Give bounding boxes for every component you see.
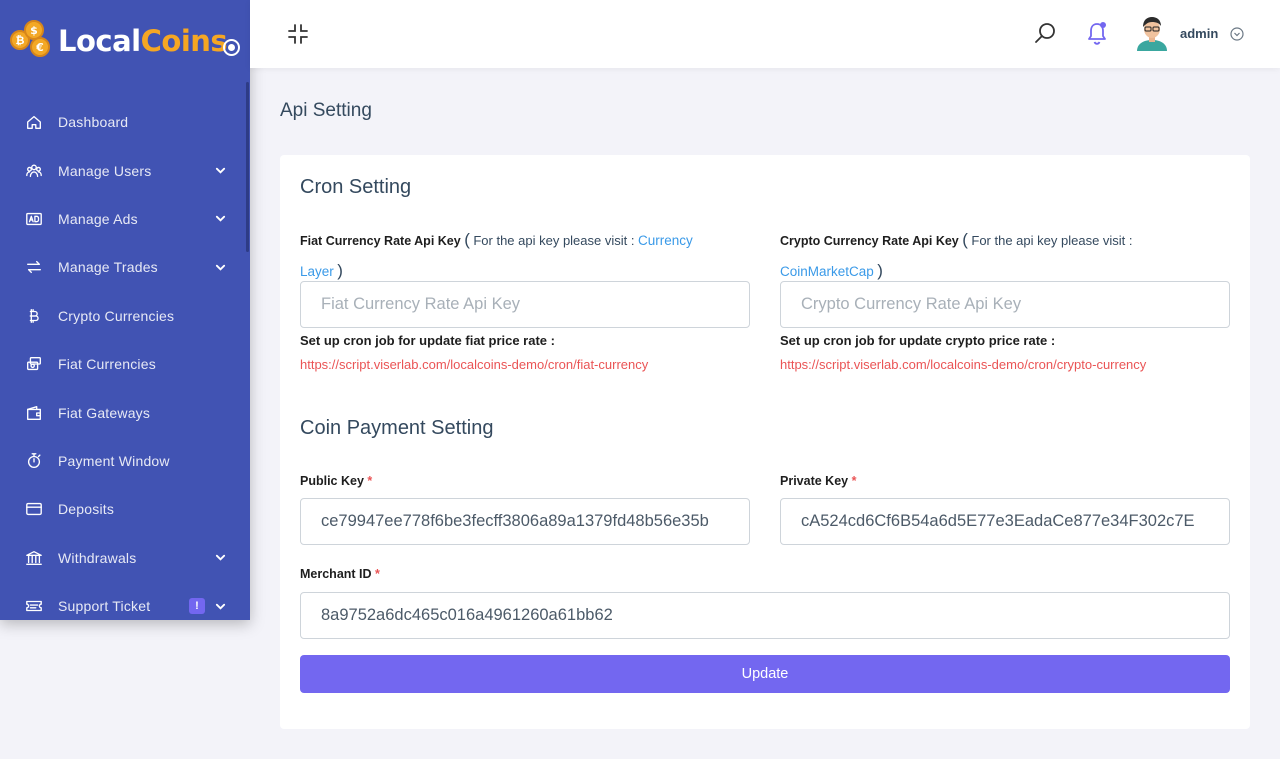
sidebar-toggle-icon[interactable] [223, 39, 240, 56]
top-header: admin [250, 0, 1280, 68]
avatar[interactable] [1135, 15, 1169, 51]
ticket-icon [24, 596, 44, 616]
chevron-down-icon[interactable] [1230, 27, 1244, 41]
notification-bell-icon[interactable] [1085, 20, 1109, 46]
page-title: Api Setting [280, 100, 372, 121]
sidebar-item-label: Withdrawals [58, 549, 137, 566]
currency-layer-link-text: Currency [637, 233, 693, 248]
update-button[interactable]: Update [300, 655, 1230, 693]
sidebar-item-label: Crypto Currencies [58, 307, 175, 324]
public-key-label-text: Public Key [300, 474, 364, 488]
merchant-id-label-text: Merchant ID [300, 567, 372, 581]
sidebar-item-label: Fiat Gateways [58, 404, 151, 421]
sidebar-item-manage-ads[interactable]: Manage Ads [0, 195, 250, 243]
public-key-input[interactable] [300, 498, 750, 545]
api-settings-card: Cron Setting Fiat Currency Rate Api Key … [280, 155, 1250, 729]
sidebar-item-fiat-currencies[interactable]: Fiat Currencies [0, 340, 250, 388]
fiat-cron-url: https://script.viserlab.com/localcoins-d… [300, 357, 649, 372]
cron-setting-title: Cron Setting [300, 176, 412, 198]
sidebar-item-deposits[interactable]: Deposits [0, 485, 250, 533]
sidebar-item-crypto-currencies[interactable]: Crypto Currencies [0, 292, 250, 340]
user-name[interactable]: admin [1180, 26, 1218, 41]
credit-card-icon [24, 499, 44, 519]
bitcoin-icon [24, 306, 44, 326]
stopwatch-icon [24, 451, 44, 471]
crypto-cron-title: Set up cron job for update crypto price … [780, 333, 1056, 348]
chevron-down-icon[interactable] [214, 600, 226, 612]
sidebar-menu: Dashboard Manage Users Manage Ads Manage Tr… [0, 98, 250, 620]
ad-icon [24, 209, 44, 229]
chevron-down-icon[interactable] [214, 552, 226, 564]
crypto-cron-url: https://script.viserlab.com/localcoins-d… [780, 357, 1147, 372]
private-key-label-text: Private Key [780, 474, 849, 488]
sidebar-item-manage-trades[interactable]: Manage Trades [0, 243, 250, 291]
sidebar-item-support-ticket[interactable]: Support Ticket! [0, 582, 250, 620]
chevron-down-icon[interactable] [214, 165, 226, 177]
sidebar-item-label: Manage Users [58, 162, 152, 179]
sidebar-item-payment-window[interactable]: Payment Window [0, 437, 250, 485]
fiat-api-key-label: Fiat Currency Rate Api Key ( For the api… [300, 230, 693, 280]
users-icon [24, 161, 44, 181]
sidebar: ₿ $ € LocalCoins Dashboard Manage Users Ma… [0, 0, 250, 620]
fullscreen-exit-icon[interactable] [286, 22, 310, 46]
private-key-label: Private Key * [780, 474, 857, 488]
coinmarketcap-link[interactable]: CoinMarketCap [780, 264, 874, 279]
fiat-cron-title: Set up cron job for update fiat price ra… [300, 333, 555, 348]
chevron-down-icon[interactable] [214, 261, 226, 273]
exchange-icon [24, 257, 44, 277]
fiat-api-note: For the api key please visit : [473, 233, 635, 248]
sidebar-item-dashboard[interactable]: Dashboard [0, 98, 250, 146]
search-icon[interactable] [1033, 21, 1057, 45]
fiat-api-key-label-text: Fiat Currency Rate Api Key [300, 234, 461, 248]
money-icon [24, 354, 44, 374]
sidebar-item-label: Dashboard [58, 114, 129, 131]
sidebar-item-withdrawals[interactable]: Withdrawals [0, 534, 250, 582]
merchant-id-label: Merchant ID * [300, 567, 380, 581]
sidebar-item-label: Manage Ads [58, 210, 138, 227]
sidebar-item-manage-users[interactable]: Manage Users [0, 146, 250, 194]
merchant-id-input[interactable] [300, 592, 1230, 639]
crypto-api-note: For the api key please visit : [971, 233, 1133, 248]
sidebar-item-fiat-gateways[interactable]: Fiat Gateways [0, 388, 250, 436]
crypto-api-key-label: Crypto Currency Rate Api Key ( For the a… [780, 230, 1133, 280]
sidebar-item-label: Fiat Currencies [58, 356, 156, 373]
crypto-api-key-input[interactable] [780, 281, 1230, 328]
crypto-api-key-label-text: Crypto Currency Rate Api Key [780, 234, 959, 248]
brand-name: LocalCoins [58, 24, 228, 58]
brand-logo[interactable]: ₿ $ € LocalCoins [0, 0, 250, 82]
sidebar-item-label: Support Ticket [58, 598, 151, 615]
brand-name-part: Coins [140, 24, 228, 58]
chevron-down-icon[interactable] [214, 213, 226, 225]
sidebar-item-label: Deposits [58, 501, 115, 518]
brand-name-part: Local [58, 24, 141, 58]
bank-icon [24, 548, 44, 568]
coin-payment-title: Coin Payment Setting [300, 417, 494, 439]
private-key-input[interactable] [780, 498, 1230, 545]
fiat-api-key-input[interactable] [300, 281, 750, 328]
coins-logo-icon: ₿ $ € [10, 20, 52, 62]
sidebar-item-label: Manage Trades [58, 259, 158, 276]
sidebar-item-label: Payment Window [58, 452, 170, 469]
currency-layer-link-text: Layer [300, 264, 334, 279]
alert-badge: ! [189, 598, 205, 615]
public-key-label: Public Key * [300, 474, 373, 488]
home-icon [24, 112, 44, 132]
wallet-icon [24, 403, 44, 423]
